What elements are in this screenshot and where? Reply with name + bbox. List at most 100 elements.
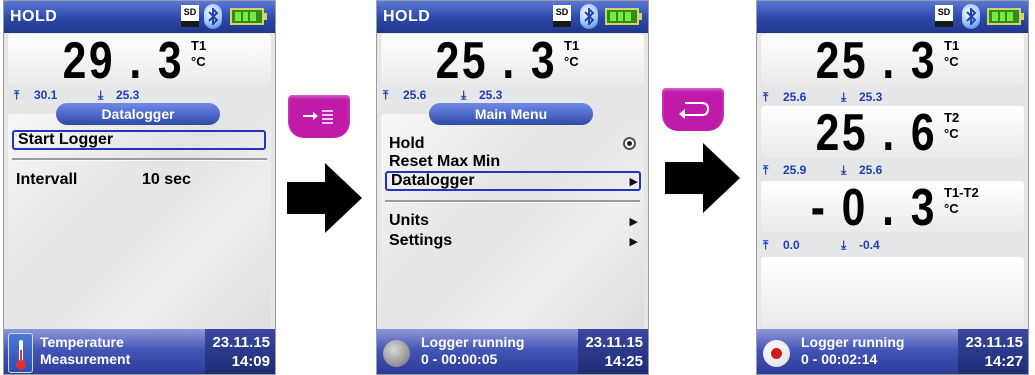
reading-unit: °C [944, 54, 959, 69]
menu-item-settings[interactable]: Settings [385, 231, 452, 251]
bottom-bar: Logger running 0 - 00:02:14 23.11.15 14:… [757, 329, 1028, 374]
logger-status-icon [383, 340, 410, 367]
max-arrow-icon: ⤒ [763, 238, 769, 252]
sd-card-icon: SD [935, 5, 953, 27]
bluetooth-icon [962, 4, 980, 29]
screen-datalogger: HOLD SD 29 . 3 T1 °C ⤒ 30.1 ⤓ 25.3 Start… [3, 0, 276, 375]
mode-title-line1: Temperature [40, 334, 124, 350]
date: 23.11.15 [585, 334, 643, 351]
back-arrow-icon [679, 102, 710, 119]
min-arrow-icon: ⤓ [98, 88, 104, 102]
min-value: 25.6 [859, 163, 883, 177]
reading-label: T1-T2 [944, 185, 979, 200]
logger-title: Logger running 0 - 00:00:05 [421, 334, 524, 368]
menu-item-interval[interactable]: Intervall [12, 170, 77, 190]
menu-item-hold[interactable]: Hold [385, 134, 425, 154]
submenu-arrow-icon: ▶ [629, 216, 638, 228]
max-value: 30.1 [34, 88, 58, 102]
reading-value: - 0 . 3 [810, 179, 937, 237]
radio-icon[interactable] [623, 137, 636, 150]
bluetooth-icon [204, 4, 222, 29]
reading-panel-t2: 25 . 6 T2 °C [761, 104, 1024, 162]
battery-icon [605, 8, 642, 25]
menu-item-start-logger[interactable]: Start Logger [12, 130, 266, 150]
menu-divider [385, 200, 640, 203]
battery-icon [987, 8, 1024, 25]
time: 14:27 [984, 353, 1023, 370]
reading-value: 25 . 3 [815, 32, 937, 90]
max-arrow-icon: ⤒ [383, 88, 389, 102]
reading-unit: °C [191, 54, 206, 69]
enter-menu-key[interactable] [288, 95, 350, 138]
battery-icon [230, 8, 267, 25]
logger-title-line1: Logger running [801, 334, 905, 350]
max-value: 25.6 [403, 88, 427, 102]
time: 14:25 [604, 353, 643, 370]
bottom-bar: Temperature Measurement 23.11.15 14:09 [4, 329, 275, 374]
reading-unit: °C [944, 126, 959, 141]
min-max-row: ⤒ 25.6 ⤓ 25.3 [761, 89, 1024, 105]
min-max-row: ⤒ 0.0 ⤓ -0.4 [761, 237, 1024, 253]
date-time: 23.11.15 14:09 [205, 329, 275, 374]
max-value: 25.6 [783, 90, 807, 104]
date-time: 23.11.15 14:27 [958, 329, 1028, 374]
bottom-bar: Logger running 0 - 00:00:05 23.11.15 14:… [377, 329, 648, 374]
menu-item-datalogger[interactable]: Datalogger [385, 171, 641, 191]
sd-card-icon: SD [553, 5, 571, 27]
logger-title-line1: Logger running [421, 334, 525, 350]
max-arrow-icon: ⤒ [763, 90, 769, 104]
right-arrow-icon [665, 143, 740, 213]
sd-card-icon: SD [181, 5, 199, 27]
min-max-row: ⤒ 30.1 ⤓ 25.3 [8, 87, 271, 103]
menu-panel: Hold Reset Max Min Datalogger ▶ Units ▶ … [381, 114, 644, 329]
min-arrow-icon: ⤓ [461, 88, 467, 102]
menu-divider [12, 158, 267, 161]
logger-title-line2: 0 - 00:00:05 [421, 351, 498, 367]
menu-title: Main Menu [429, 103, 593, 125]
right-arrow-icon [287, 163, 362, 233]
screen-measurement: SD 25 . 3 T1 °C ⤒ 25.6 ⤓ 25.3 25 . 6 T2 … [756, 0, 1029, 375]
menu-panel: Start Logger Intervall 10 sec [8, 114, 271, 329]
reading-label: T1 [564, 38, 580, 53]
min-value: 25.3 [116, 88, 140, 102]
thermometer-icon [8, 333, 33, 373]
reading-panel-t1-t2: - 0 . 3 T1-T2 °C [761, 179, 1024, 237]
reading-value: 25 . 6 [815, 104, 937, 162]
menu-item-units[interactable]: Units [385, 211, 429, 231]
status-bar: SD [757, 1, 1028, 33]
menu-item-reset-max-min[interactable]: Reset Max Min [385, 152, 500, 172]
status-bar: HOLD SD [377, 1, 648, 33]
mode-title: Temperature Measurement [40, 334, 130, 368]
hold-indicator: HOLD [383, 8, 431, 25]
logger-title-line2: 0 - 00:02:14 [801, 351, 878, 367]
max-arrow-icon: ⤒ [763, 163, 769, 177]
logger-title: Logger running 0 - 00:02:14 [801, 334, 904, 368]
min-max-row: ⤒ 25.6 ⤓ 25.3 [381, 87, 644, 103]
reading-panel-t1: 25 . 3 T1 °C [761, 32, 1024, 90]
submenu-arrow-icon: ▶ [629, 236, 638, 248]
reading-label: T1 [191, 38, 207, 53]
date-time: 23.11.15 14:25 [578, 329, 648, 374]
reading-label: T1 [944, 38, 960, 53]
min-value: 25.3 [859, 90, 883, 104]
time: 14:09 [231, 353, 270, 370]
enter-arrow-icon [303, 110, 333, 124]
interval-value: 10 sec [142, 171, 191, 188]
mode-title-line2: Measurement [40, 351, 131, 367]
min-arrow-icon: ⤓ [841, 163, 847, 177]
date: 23.11.15 [212, 334, 270, 351]
min-value: -0.4 [859, 238, 880, 252]
hold-indicator: HOLD [10, 8, 58, 25]
min-max-row: ⤒ 25.9 ⤓ 25.6 [761, 162, 1024, 178]
screen-main-menu: HOLD SD 25 . 3 T1 °C ⤒ 25.6 ⤓ 25.3 Hold … [376, 0, 649, 375]
reading-unit: °C [564, 54, 579, 69]
min-value: 25.3 [479, 88, 503, 102]
max-arrow-icon: ⤒ [14, 88, 20, 102]
back-key[interactable] [662, 88, 724, 131]
menu-title: Datalogger [56, 103, 220, 125]
max-value: 25.9 [783, 163, 807, 177]
logger-recording-icon [763, 340, 790, 367]
bluetooth-icon [580, 4, 598, 29]
date: 23.11.15 [965, 334, 1023, 351]
min-arrow-icon: ⤓ [841, 90, 847, 104]
